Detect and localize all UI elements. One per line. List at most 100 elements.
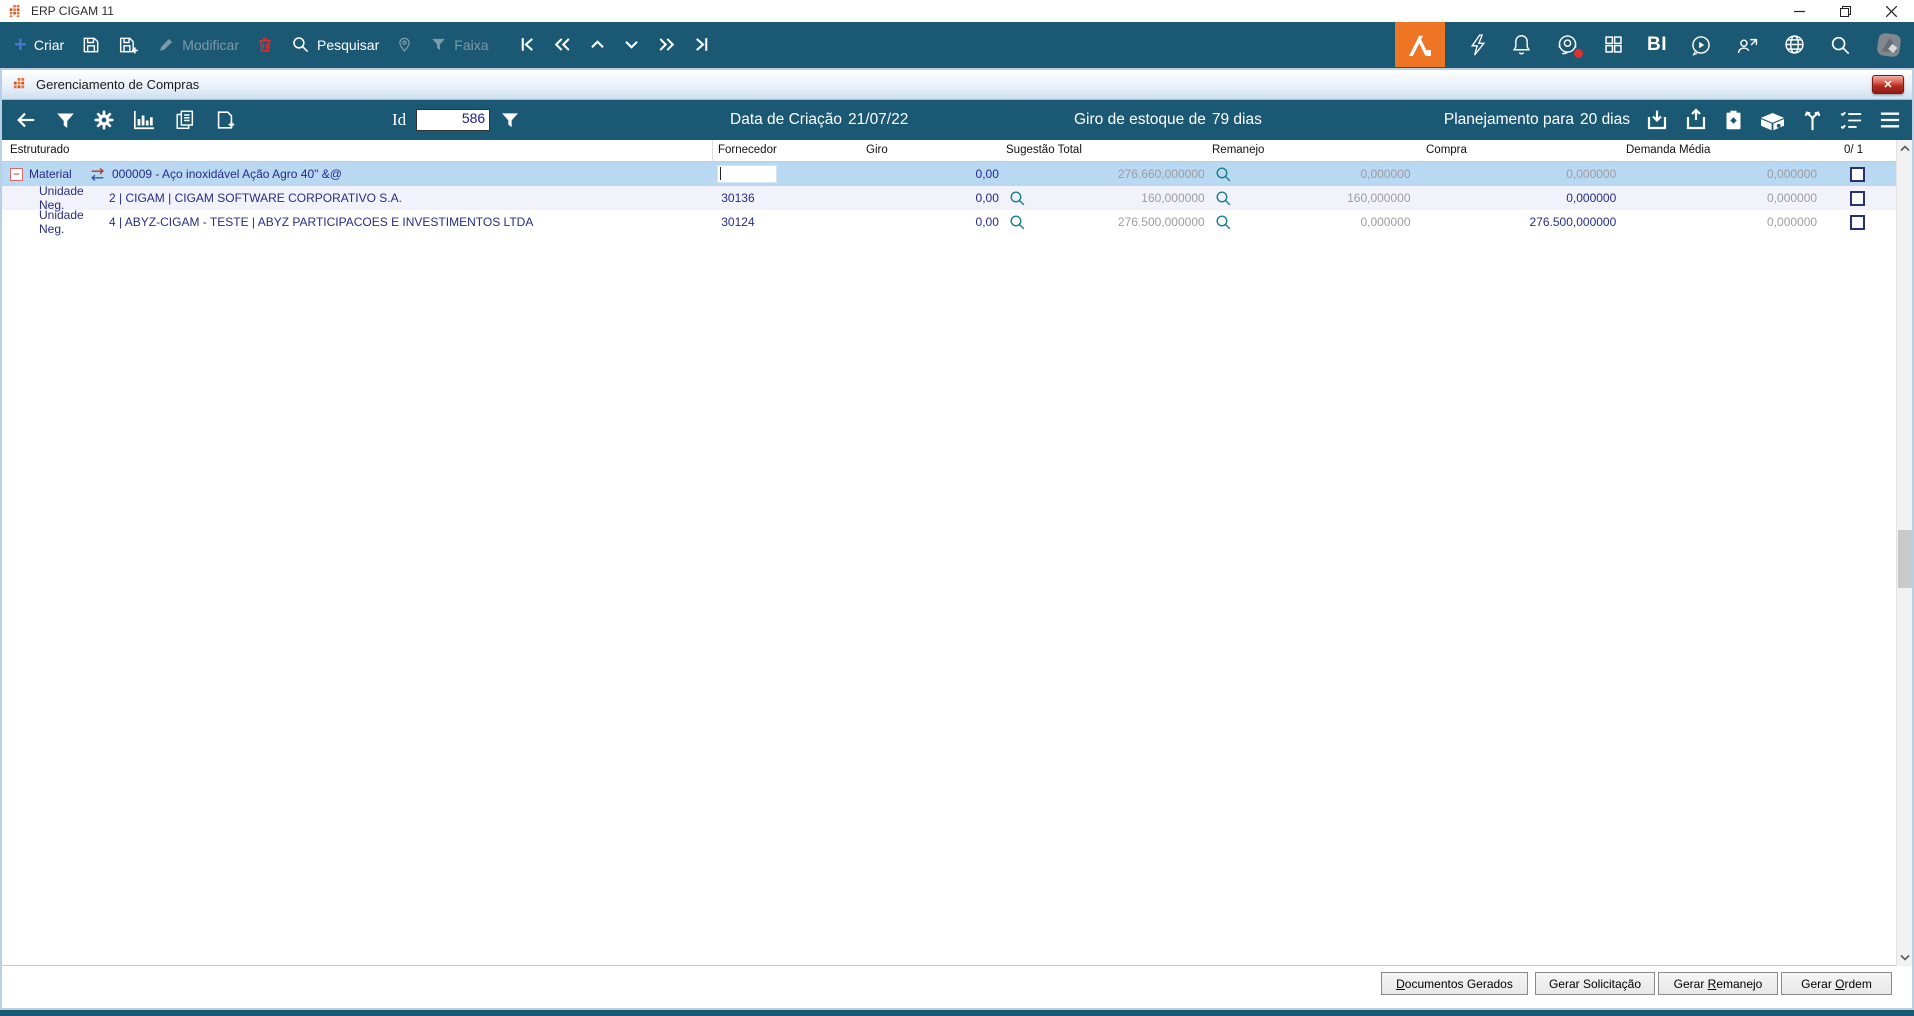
- settings-button[interactable]: [93, 109, 115, 131]
- fornecedor-input[interactable]: [717, 165, 778, 183]
- gerar-ordem-button[interactable]: Gerar Ordem: [1781, 972, 1892, 995]
- pesquisar-button[interactable]: Pesquisar: [291, 35, 379, 54]
- col-compra[interactable]: Compra: [1426, 144, 1467, 156]
- giro-lookup[interactable]: [1003, 214, 1033, 231]
- cigam-home-icon: [1409, 35, 1431, 56]
- table-row[interactable]: − Unidade Neg. 4 | ABYZ-CIGAM - TESTE | …: [2, 208, 1896, 236]
- table-row[interactable]: − Unidade Neg. 2 | CIGAM | CIGAM SOFTWAR…: [2, 184, 1896, 212]
- magnifier-icon: [1216, 214, 1231, 229]
- inner-toolbar: Id 586 Data de Criação 21/07/22 Giro de e…: [2, 100, 1912, 140]
- back-button[interactable]: [14, 109, 38, 131]
- id-label: Id: [392, 110, 407, 129]
- notifications-button[interactable]: [1511, 33, 1532, 56]
- map-pin-icon: [399, 37, 411, 52]
- plus-icon: +: [14, 31, 27, 57]
- apps-grid-button[interactable]: [1603, 34, 1624, 55]
- criar-button[interactable]: + Criar: [14, 31, 65, 57]
- id-input[interactable]: 586: [416, 109, 491, 131]
- scroll-up-icon[interactable]: [1897, 140, 1913, 157]
- giro-value: 0,00: [975, 167, 999, 181]
- distribute-button[interactable]: [1801, 108, 1824, 132]
- nav-down-icon[interactable]: [622, 35, 641, 54]
- faixa-button[interactable]: Faixa: [430, 36, 489, 53]
- nav-prev-page-icon[interactable]: [552, 35, 573, 54]
- package-icon: [1761, 112, 1784, 130]
- documentos-gerados-button[interactable]: Documentos Gerados: [1381, 972, 1528, 995]
- gerar-remanejo-button[interactable]: Gerar Remanejo: [1658, 972, 1778, 995]
- table-row[interactable]: − Material 000009 - Aço inoxidável Ação …: [2, 162, 1896, 186]
- col-fornecedor[interactable]: Fornecedor: [718, 144, 777, 156]
- web-button[interactable]: [1783, 33, 1806, 56]
- demanda-media-value: 0,000000: [1767, 167, 1818, 181]
- grid-rows: − Material 000009 - Aço inoxidável Ação …: [2, 162, 1896, 236]
- scrollbar-thumb[interactable]: [1898, 530, 1912, 588]
- nav-first-icon[interactable]: [518, 35, 537, 54]
- compra-value: 276.500,000000: [1529, 215, 1617, 229]
- nav-up-icon[interactable]: [588, 35, 607, 54]
- vertical-scrollbar[interactable]: [1896, 140, 1912, 966]
- id-filter-button[interactable]: [500, 110, 520, 130]
- bi-label: BI: [1647, 33, 1667, 55]
- gear-icon: [94, 110, 114, 130]
- criar-label: Criar: [33, 36, 65, 53]
- cigam-app-icon: [13, 77, 25, 89]
- row-checkbox[interactable]: [1850, 166, 1866, 182]
- support-button[interactable]: [1555, 33, 1583, 58]
- minimize-button[interactable]: [1776, 0, 1822, 22]
- new-doc-button[interactable]: [214, 109, 236, 131]
- cigam-gray-icon: [1877, 32, 1901, 57]
- col-sugestao[interactable]: Sugestão Total: [1006, 144, 1082, 156]
- cigam-profile-button[interactable]: [1874, 31, 1904, 59]
- column-separator: [712, 140, 713, 162]
- remanejo-lookup[interactable]: [1209, 190, 1239, 207]
- main-toolbar: + Criar Modificar Pesquisar Faixa BI: [0, 22, 1914, 67]
- giro-value: 0,00: [975, 215, 999, 229]
- filter-icon: [57, 113, 74, 128]
- location-button[interactable]: [396, 35, 413, 54]
- restore-button[interactable]: [1822, 0, 1868, 22]
- menu-button[interactable]: [1878, 110, 1902, 130]
- filter-button[interactable]: [55, 110, 76, 131]
- modificar-button[interactable]: Modificar: [157, 36, 239, 54]
- remanejo-lookup[interactable]: [1209, 214, 1239, 231]
- save-new-button[interactable]: [118, 35, 140, 55]
- close-button[interactable]: [1868, 0, 1914, 22]
- gerar-solicitacao-button[interactable]: Gerar Solicitação: [1535, 972, 1655, 995]
- nav-last-icon[interactable]: [692, 35, 711, 54]
- pencil-icon: [160, 38, 173, 51]
- quick-actions-button[interactable]: [1468, 33, 1488, 57]
- bi-button[interactable]: BI: [1647, 34, 1667, 56]
- doc-plus-icon: [217, 111, 235, 129]
- row-description: 2 | CIGAM | CIGAM SOFTWARE CORPORATIVO S…: [109, 191, 402, 205]
- export-button[interactable]: [1684, 108, 1708, 132]
- import-button[interactable]: [1645, 108, 1669, 132]
- user-share-icon: [1737, 38, 1758, 53]
- global-search-button[interactable]: [1829, 34, 1851, 56]
- giro-lookup[interactable]: [1003, 190, 1033, 207]
- inner-close-button[interactable]: ✕: [1872, 75, 1904, 94]
- save-button[interactable]: [81, 35, 101, 55]
- chart-button[interactable]: [132, 109, 156, 131]
- collapse-icon[interactable]: −: [10, 167, 23, 181]
- user-access-button[interactable]: [1735, 34, 1760, 56]
- purchases-grid: Estruturado Fornecedor Giro Sugestão Tot…: [2, 140, 1912, 966]
- col-estruturado[interactable]: Estruturado: [10, 144, 69, 156]
- remanejo-lookup[interactable]: [1209, 166, 1239, 183]
- row-checkbox[interactable]: [1850, 214, 1866, 230]
- col-remanejo[interactable]: Remanejo: [1212, 144, 1264, 156]
- checklist-button[interactable]: [1839, 109, 1863, 132]
- delete-button[interactable]: [256, 35, 274, 54]
- nav-next-page-icon[interactable]: [656, 35, 677, 54]
- package-button[interactable]: [1759, 109, 1786, 132]
- scroll-down-icon[interactable]: [1897, 949, 1913, 966]
- grid-icon: [1605, 36, 1622, 53]
- row-checkbox[interactable]: [1850, 190, 1866, 206]
- col-demanda-media[interactable]: Demanda Média: [1626, 144, 1710, 156]
- menu-icon: [1880, 112, 1900, 128]
- copy-button[interactable]: [173, 109, 197, 131]
- cigam-home-button[interactable]: [1395, 22, 1445, 67]
- col-giro[interactable]: Giro: [866, 144, 888, 156]
- video-help-button[interactable]: [1690, 34, 1712, 56]
- remanejo-value: 160,000000: [1347, 191, 1411, 205]
- clipboard-button[interactable]: [1723, 109, 1744, 132]
